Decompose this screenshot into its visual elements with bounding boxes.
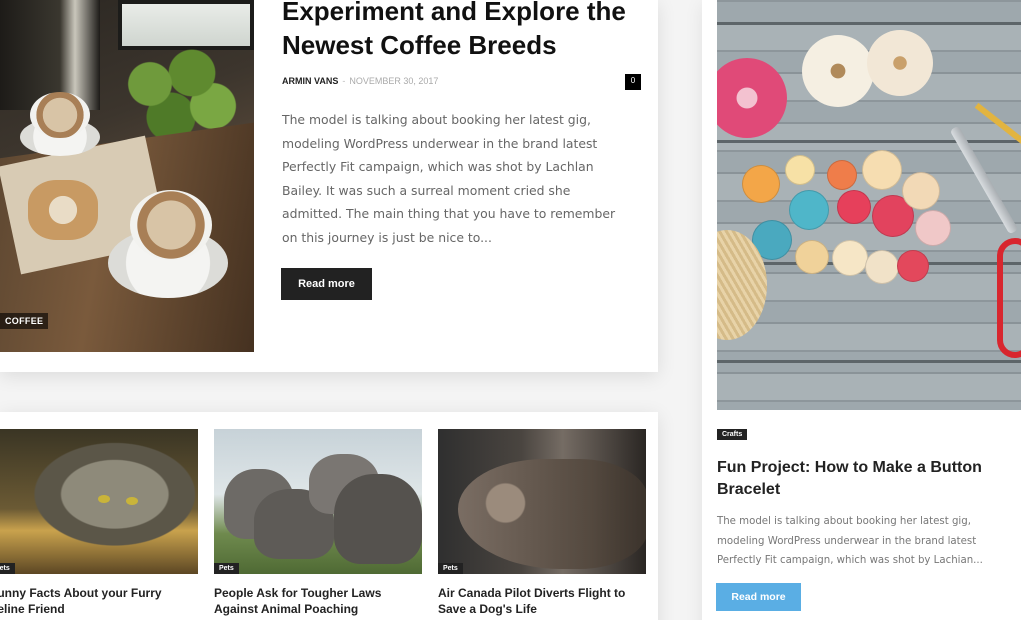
post-title[interactable]: Air Canada Pilot Diverts Flight to Save … (438, 585, 646, 617)
pencil-decoration (974, 102, 1021, 164)
post-author[interactable]: ARMIN VANS (282, 76, 338, 86)
post-card[interactable]: Pets Funny Facts About your Furry Feline… (0, 429, 198, 617)
featured-post-image[interactable]: COFFEE (0, 0, 254, 352)
featured-post-excerpt: The model is talking about booking her l… (282, 112, 616, 245)
category-tag[interactable]: COFFEE (0, 313, 49, 329)
craft-button (785, 155, 815, 185)
post-thumbnail[interactable]: Pets (438, 429, 646, 574)
post-thumbnail[interactable]: Pets (214, 429, 422, 574)
craft-button (897, 250, 929, 282)
post-date: NOVEMBER 30, 2017 (349, 76, 439, 86)
post-category-badge[interactable]: Pets (438, 563, 463, 574)
craft-button (832, 240, 868, 276)
post-title[interactable]: Funny Facts About your Furry Feline Frie… (0, 585, 198, 617)
craft-button (827, 160, 857, 190)
post-card[interactable]: Pets Air Canada Pilot Diverts Flight to … (438, 429, 646, 617)
image-cookie (28, 180, 98, 240)
craft-button (789, 190, 829, 230)
sidebar-post-title[interactable]: Fun Project: How to Make a Button Bracel… (717, 457, 1017, 501)
sidebar-post-image[interactable] (717, 0, 1021, 410)
post-thumbnail[interactable]: Pets (0, 429, 198, 574)
flower-decoration (802, 35, 874, 107)
meta-separator: - (342, 76, 346, 86)
featured-post-title[interactable]: Experiment and Explore the Newest Coffee… (282, 0, 652, 62)
post-meta: ARMIN VANS - NOVEMBER 30, 2017 (282, 76, 438, 86)
image-cup (30, 92, 90, 138)
post-card[interactable]: Pets People Ask for Tougher Laws Against… (214, 429, 422, 617)
craft-button (865, 250, 899, 284)
craft-button (862, 150, 902, 190)
craft-button (837, 190, 871, 224)
cat-eye (98, 495, 110, 503)
flower-decoration (717, 58, 787, 138)
wood-plank-line (717, 360, 1021, 363)
post-category-badge[interactable]: Pets (0, 563, 15, 574)
cat-eye (126, 497, 138, 505)
craft-button (915, 210, 951, 246)
sidebar-post-excerpt: The model is talking about booking her l… (717, 516, 983, 566)
comment-count-badge[interactable]: 0 (625, 74, 641, 90)
image-cup (130, 190, 212, 260)
elephant-shape (334, 474, 422, 564)
craft-button (902, 172, 940, 210)
craft-button (742, 165, 780, 203)
post-title[interactable]: People Ask for Tougher Laws Against Anim… (214, 585, 422, 617)
read-more-button[interactable]: Read more (281, 268, 372, 300)
wood-plank-line (717, 22, 1021, 25)
featured-post-card: COFFEE Experiment and Explore the Newest… (0, 0, 658, 372)
scissors-handle (997, 238, 1021, 358)
sidebar-read-more-button[interactable]: Read more (716, 583, 801, 611)
flower-decoration (867, 30, 933, 96)
craft-button (795, 240, 829, 274)
dog-head (458, 459, 646, 569)
post-category-badge[interactable]: Pets (214, 563, 239, 574)
sidebar-post-category-badge[interactable]: Crafts (717, 429, 748, 440)
wood-plank-line (717, 140, 1021, 143)
